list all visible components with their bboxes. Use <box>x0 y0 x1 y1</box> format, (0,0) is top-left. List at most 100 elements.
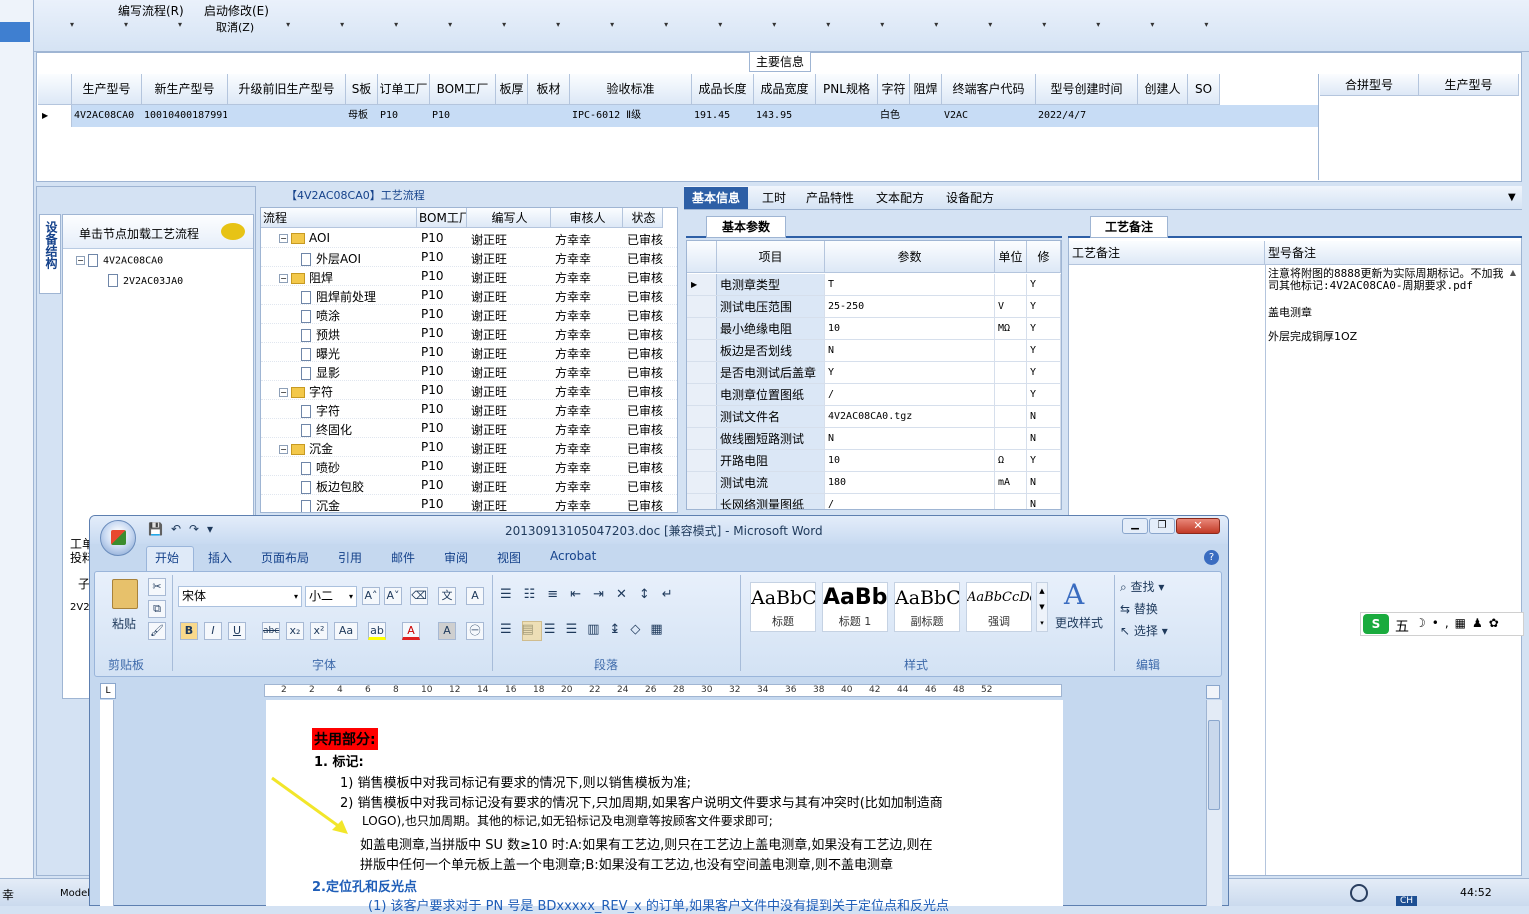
ime-mode[interactable]: 五 <box>1395 616 1409 636</box>
enclose-char-icon[interactable]: ㊀ <box>466 622 484 640</box>
menu-item-start-modify[interactable]: 启动修改(E) <box>204 2 269 19</box>
process-row[interactable]: − 字符 P10 谢正旺 方幸幸 已审核 <box>261 381 677 400</box>
tab-process-remark[interactable]: 工艺备注 <box>1090 216 1168 238</box>
param-row[interactable]: 测试电流 180 mA N <box>687 472 1061 494</box>
row-selector[interactable] <box>687 494 717 509</box>
param-row[interactable]: 长网络测量图纸 / N <box>687 494 1061 509</box>
collapse-icon[interactable]: − <box>279 388 288 397</box>
param-value[interactable]: N <box>825 428 995 449</box>
collapse-icon[interactable]: − <box>279 274 288 283</box>
param-row[interactable]: 测试文件名 4V2AC08CA0.tgz N <box>687 406 1061 428</box>
param-value[interactable]: 180 <box>825 472 995 493</box>
horizontal-ruler[interactable]: 2 2 4 6 8 10 12 14 16 18 20 22 24 26 28 30 32 34 36 38 40 42 4… <box>264 684 1062 697</box>
row-selector[interactable] <box>687 450 717 471</box>
row-selector-icon[interactable]: ▶ <box>38 105 72 127</box>
param-value[interactable]: / <box>825 494 995 509</box>
column-header[interactable]: 型号创建时间 <box>1036 74 1138 105</box>
column-header[interactable]: 升级前旧生产型号 <box>228 74 346 105</box>
param-row[interactable]: 电测章位置图纸 / Y <box>687 384 1061 406</box>
paste-icon[interactable] <box>112 579 138 609</box>
process-row[interactable]: 曝光 P10 谢正旺 方幸幸 已审核 <box>261 343 677 362</box>
column-header[interactable]: 终端客户代码 <box>942 74 1036 105</box>
column-header[interactable]: 生产型号 <box>72 74 142 105</box>
process-row[interactable]: − 阻焊 P10 谢正旺 方幸幸 已审核 <box>261 267 677 286</box>
column-header[interactable]: 成品宽度 <box>754 74 816 105</box>
column-header[interactable]: PNL规格 <box>816 74 878 105</box>
clear-format-icon[interactable]: ⌫ <box>410 587 428 605</box>
param-column-header[interactable]: 项目 <box>717 241 825 273</box>
tree-node-child[interactable]: 2V2AC03JA0 <box>108 273 183 287</box>
select-button[interactable]: ↖ 选择 ▾ <box>1120 622 1168 639</box>
param-value[interactable]: N <box>825 340 995 361</box>
minimize-button[interactable]: ▁ <box>1122 518 1148 534</box>
param-row[interactable]: 测试电压范围 25-250 V Y <box>687 296 1061 318</box>
process-column-header[interactable]: 状态 <box>623 208 663 228</box>
column-header[interactable]: 验收标准 <box>570 74 692 105</box>
quick-access[interactable]: 💾↶↷▾ <box>148 522 221 536</box>
process-row[interactable]: 字符 P10 谢正旺 方幸幸 已审核 <box>261 400 677 419</box>
grid-corner[interactable] <box>38 74 72 105</box>
restore-button[interactable]: ❐ <box>1149 518 1175 534</box>
shrink-font-icon[interactable]: A˅ <box>384 587 402 605</box>
ribbon-tab-layout[interactable]: 页面布局 <box>261 549 309 566</box>
column-header[interactable]: 成品长度 <box>692 74 754 105</box>
font-size-box[interactable]: 小二 ▾ <box>305 586 357 607</box>
column-header[interactable]: 新生产型号 <box>142 74 228 105</box>
format-painter-icon[interactable]: 🖌 <box>148 622 166 640</box>
ribbon-tab-review[interactable]: 审阅 <box>444 549 468 566</box>
ruler-right-button[interactable] <box>1206 685 1220 699</box>
process-column-header[interactable]: BOM工厂 <box>417 208 467 228</box>
change-styles-icon[interactable]: A <box>1064 578 1084 611</box>
superscript-icon[interactable]: x² <box>310 622 328 640</box>
style-title[interactable]: AaBbC 标题 <box>750 582 816 632</box>
param-value[interactable]: 10 <box>825 450 995 471</box>
param-row[interactable]: 是否电测试后盖章 Y Y <box>687 362 1061 384</box>
param-value[interactable]: 4V2AC08CA0.tgz <box>825 406 995 427</box>
param-column-header[interactable]: 修 <box>1027 241 1061 273</box>
process-column-header[interactable]: 审核人 <box>551 208 623 228</box>
italic-icon[interactable]: I <box>204 622 222 640</box>
ribbon-tab-insert[interactable]: 插入 <box>208 549 232 566</box>
process-row[interactable]: 外层AOI P10 谢正旺 方幸幸 已审核 <box>261 248 677 267</box>
styles-scroll[interactable]: ▲ ▼ ▾ <box>1036 582 1048 632</box>
phonetic-icon[interactable]: 文 <box>438 587 456 605</box>
param-row[interactable]: 做线圈短路测试 N N <box>687 428 1061 450</box>
row-selector[interactable] <box>687 472 717 493</box>
collapse-icon[interactable]: − <box>279 445 288 454</box>
process-row[interactable]: 预烘 P10 谢正旺 方幸幸 已审核 <box>261 324 677 343</box>
ruler-corner[interactable]: L <box>100 683 116 699</box>
param-value[interactable]: / <box>825 384 995 405</box>
column-header[interactable]: 阻焊 <box>910 74 942 105</box>
column-header[interactable]: 板厚 <box>496 74 528 105</box>
process-row[interactable]: − 沉金 P10 谢正旺 方幸幸 已审核 <box>261 438 677 457</box>
bold-icon[interactable]: B <box>180 622 198 640</box>
tree-node-root[interactable]: − 4V2AC08CA0 <box>76 254 163 267</box>
paste-label[interactable]: 粘贴 <box>112 615 136 632</box>
subscript-icon[interactable]: x₂ <box>286 622 304 640</box>
collapse-icon[interactable]: − <box>279 234 288 243</box>
param-value[interactable]: T <box>825 274 995 295</box>
row-selector[interactable] <box>687 406 717 427</box>
main-info-row[interactable]: ▶ 4V2AC08CA0 10010400187991 母板 P10 P10 IPC-601… <box>38 105 1318 127</box>
column-header[interactable]: 字符 <box>878 74 910 105</box>
style-emphasis[interactable]: AaBbCcDd 强调 <box>966 582 1032 632</box>
speech-bubble-icon[interactable] <box>221 223 245 240</box>
font-name-box[interactable]: 宋体 ▾ <box>178 586 302 607</box>
param-value[interactable]: 10 <box>825 318 995 339</box>
param-row[interactable]: 开路电阻 10 Ω Y <box>687 450 1061 472</box>
column-header[interactable]: BOM工厂 <box>430 74 496 105</box>
help-icon[interactable]: ? <box>1204 550 1219 565</box>
ribbon-tab-acrobat[interactable]: Acrobat <box>550 549 596 563</box>
collapse-icon[interactable]: − <box>76 256 85 265</box>
tab-basic-info[interactable]: 基本信息 <box>684 187 749 209</box>
ribbon-tab-home-label[interactable]: 开始 <box>155 549 179 566</box>
row-selector[interactable] <box>687 340 717 361</box>
process-column-header[interactable]: 编写人 <box>467 208 551 228</box>
process-row[interactable]: 阻焊前处理 P10 谢正旺 方幸幸 已审核 <box>261 286 677 305</box>
align-center-active[interactable] <box>522 621 542 641</box>
ribbon-tab-references[interactable]: 引用 <box>338 549 362 566</box>
grid-corner[interactable] <box>687 241 717 273</box>
tabs-dropdown-icon[interactable]: ▼ <box>1508 192 1516 203</box>
row-selector[interactable] <box>687 362 717 383</box>
param-row[interactable]: 最小绝缘电阻 10 MΩ Y <box>687 318 1061 340</box>
